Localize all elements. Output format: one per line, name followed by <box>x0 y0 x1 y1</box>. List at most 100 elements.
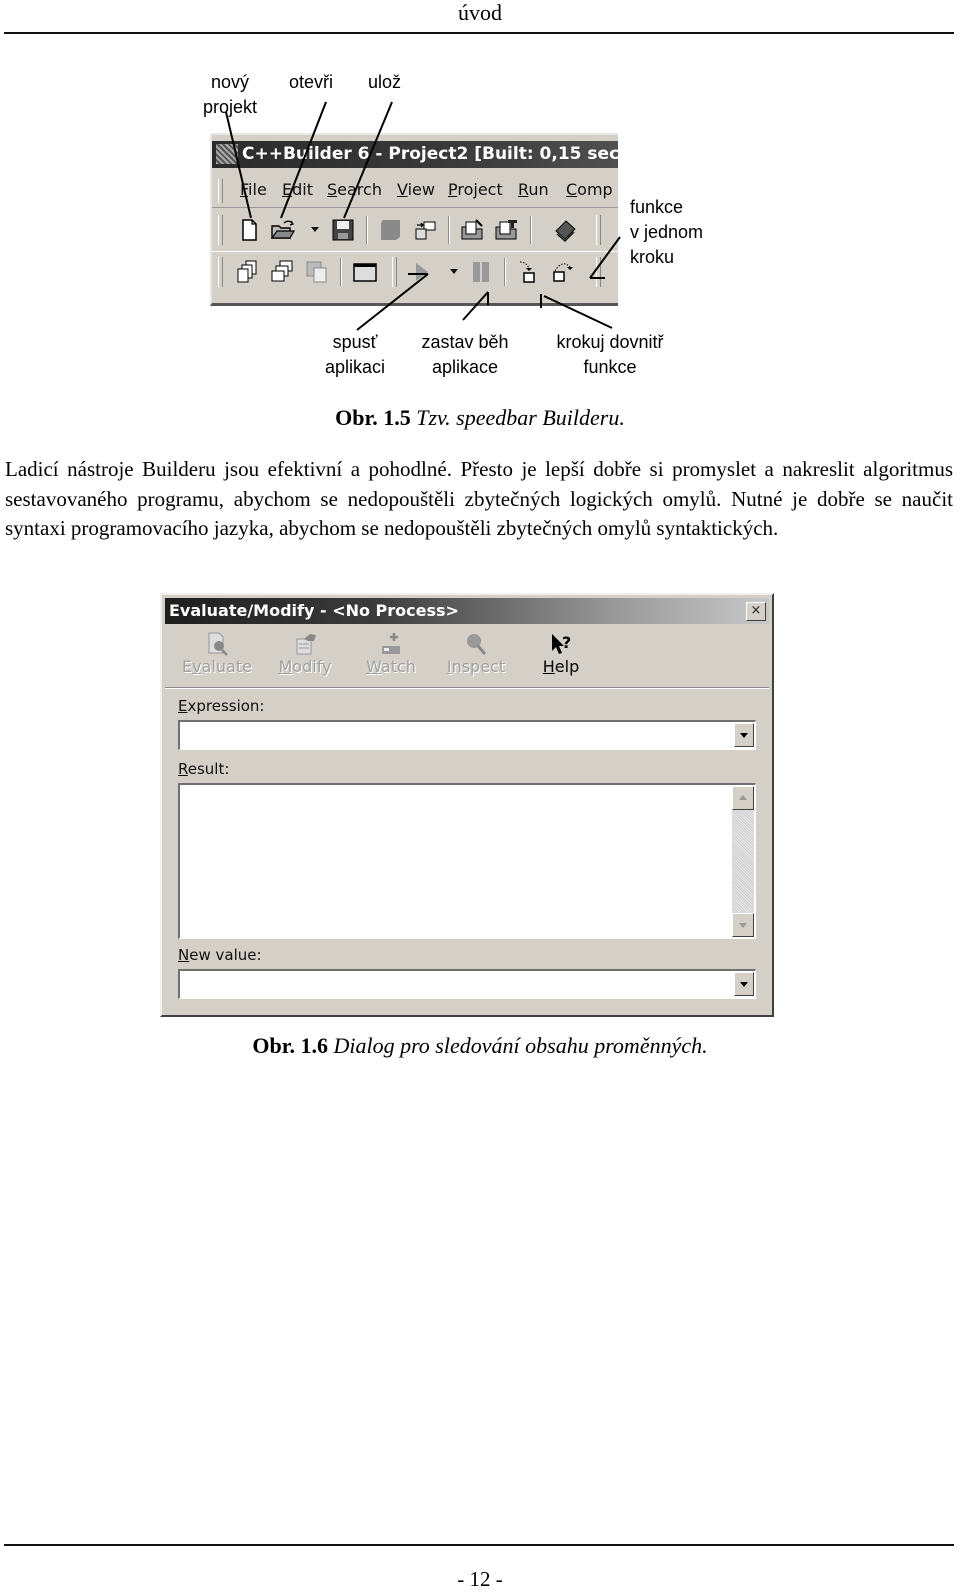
open-dropdown-icon[interactable] <box>311 227 319 232</box>
figure-caption-1-6: Obr. 1.6 Dialog pro sledování obsahu pro… <box>0 1033 960 1059</box>
menu-run[interactable]: Run <box>518 180 549 199</box>
expression-dropdown-button[interactable] <box>734 723 754 747</box>
open-folder-icon[interactable] <box>270 217 296 243</box>
evaluate-modify-dialog: Evaluate/Modify - <No Process> × Evaluat… <box>160 593 774 1017</box>
modify-button[interactable]: Modify <box>267 631 343 683</box>
expression-combobox[interactable] <box>178 720 756 750</box>
toolbar-grip[interactable] <box>218 215 223 245</box>
run-dropdown-icon[interactable] <box>450 269 458 274</box>
menu-search[interactable]: Search <box>327 180 382 199</box>
menu-accel: E <box>282 180 293 199</box>
dialog-toolbar: Evaluate Modify Watch Inspect ? Help <box>165 627 769 689</box>
running-header: úvod <box>458 0 502 25</box>
menu-label: dit <box>292 180 313 199</box>
caption-text: Tzv. speedbar Builderu. <box>416 405 625 430</box>
save-all-icon[interactable] <box>378 217 404 243</box>
annotation-line: funkce <box>583 357 637 377</box>
help-button[interactable]: ? Help <box>523 631 599 683</box>
toolbar-separator <box>448 216 450 244</box>
figure-caption-1-5: Obr. 1.5 Tzv. speedbar Builderu. <box>0 405 960 431</box>
watch-button[interactable]: Watch <box>353 631 429 683</box>
annotation-line: aplikaci <box>324 357 386 377</box>
svg-text:?: ? <box>562 633 571 652</box>
annotation-step-over: funkce v jednom kroku <box>630 195 703 270</box>
menu-accel: F <box>240 180 249 199</box>
cpp-builder-icon <box>216 144 238 164</box>
toolbar-separator <box>504 258 506 286</box>
annotation-save: ulož <box>368 72 402 92</box>
annotation-line: krokuj dovnitř <box>556 332 664 352</box>
annotation-line: kroku <box>630 247 675 267</box>
toolbar-separator <box>530 216 532 244</box>
footer-rule <box>4 1544 954 1546</box>
trace-into-icon[interactable] <box>516 259 542 285</box>
menu-view[interactable]: View <box>397 180 435 199</box>
menu-component[interactable]: Comp <box>566 180 613 199</box>
menu-label: iew <box>407 180 435 199</box>
tool-label: Modify <box>278 657 332 676</box>
open-project-icon[interactable] <box>412 217 438 243</box>
evaluate-button[interactable]: Evaluate <box>179 631 255 683</box>
help-pointer-icon: ? <box>552 633 571 654</box>
ide-menubar: File Edit Search View Project Run Comp <box>212 175 618 208</box>
annotation-line: spusť <box>332 332 378 352</box>
evaluate-icon <box>208 632 228 656</box>
new-file-icon[interactable] <box>236 217 262 243</box>
caption-label: Obr. 1.6 <box>252 1033 328 1058</box>
view-unit-icon[interactable] <box>236 259 262 285</box>
menu-edit[interactable]: Edit <box>282 180 313 199</box>
menu-label: omp <box>577 180 613 199</box>
view-form-icon[interactable] <box>270 259 296 285</box>
pause-icon[interactable] <box>468 259 494 285</box>
help-book-icon[interactable] <box>552 217 578 243</box>
run-icon[interactable] <box>408 259 434 285</box>
header-rule <box>4 32 954 34</box>
page-number: - 12 - <box>457 1567 503 1591</box>
add-watch-icon <box>382 633 400 654</box>
scroll-up-button[interactable] <box>732 786 754 810</box>
add-to-project-icon[interactable] <box>460 217 486 243</box>
new-value-combobox[interactable] <box>178 969 756 999</box>
annotation-line: projekt <box>202 97 258 117</box>
annotation-line: v jednom <box>630 222 704 242</box>
annotation-open: otevři <box>289 72 334 92</box>
menu-label: roject <box>457 180 503 199</box>
new-form-icon[interactable] <box>352 259 378 285</box>
inspect-button[interactable]: Inspect <box>438 631 514 683</box>
new-value-label: New value: <box>178 946 262 964</box>
menu-label: un <box>528 180 549 199</box>
toolbar-grip[interactable] <box>218 257 223 287</box>
annotation-trace-into: krokuj dovnitř funkce <box>540 330 680 380</box>
toggle-form-unit-icon[interactable] <box>304 259 330 285</box>
modify-icon <box>296 634 316 655</box>
body-paragraph: Ladicí nástroje Builderu jsou efektivní … <box>5 457 953 540</box>
save-disk-icon[interactable] <box>330 217 356 243</box>
tool-label: Watch <box>366 657 416 676</box>
step-over-icon[interactable] <box>550 259 576 285</box>
new-value-dropdown-button[interactable] <box>734 972 754 996</box>
toolbar-grip[interactable] <box>392 257 397 287</box>
caption-text: Dialog pro sledování obsahu proměnných. <box>333 1033 708 1058</box>
result-scrollbar[interactable] <box>732 786 754 937</box>
tool-label: Inspect <box>446 657 506 676</box>
close-icon[interactable]: × <box>746 602 766 621</box>
scroll-down-button[interactable] <box>732 913 754 937</box>
remove-from-project-icon[interactable] <box>494 217 520 243</box>
result-label: Result: <box>178 760 230 778</box>
result-textarea[interactable] <box>178 783 756 939</box>
menu-label: earch <box>337 180 382 199</box>
standard-toolbar <box>212 210 618 248</box>
toolbar-separator <box>366 216 368 244</box>
caption-label: Obr. 1.5 <box>335 405 411 430</box>
toolbar-grip[interactable] <box>596 257 601 287</box>
toolbar-separator <box>340 258 342 286</box>
menu-project[interactable]: Project <box>448 180 503 199</box>
menubar-grip[interactable] <box>218 179 223 203</box>
menu-accel: S <box>327 180 338 199</box>
menu-file[interactable]: File <box>240 180 267 199</box>
ide-title-bar: C++Builder 6 - Project2 [Built: 0,15 sec… <box>212 141 618 168</box>
annotation-run: spusť aplikaci <box>310 330 400 380</box>
annotation-new-project: nový projekt <box>195 70 265 120</box>
toolbar-grip[interactable] <box>596 215 601 245</box>
debug-toolbar <box>212 251 618 290</box>
